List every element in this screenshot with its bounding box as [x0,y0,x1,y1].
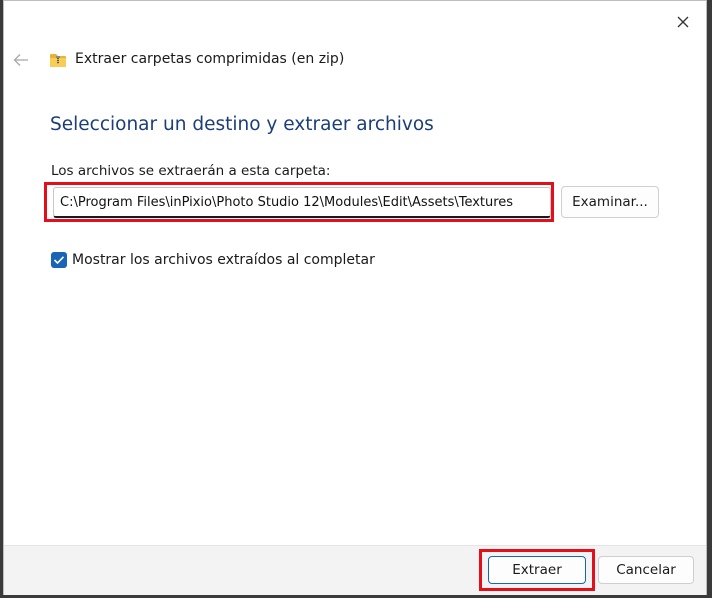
cancel-button[interactable]: Cancelar [598,556,694,584]
destination-path-input[interactable] [53,187,551,218]
close-button[interactable] [668,7,698,37]
show-files-option[interactable]: Mostrar los archivos extraídos al comple… [51,252,375,268]
extract-button[interactable]: Extraer [488,556,586,584]
browse-button[interactable]: Examinar... [561,186,659,218]
show-files-checkbox[interactable] [51,252,67,268]
page-heading: Seleccionar un destino y extraer archivo… [50,114,434,135]
checkmark-icon [53,256,65,265]
close-icon [677,16,689,28]
back-button[interactable] [8,47,34,73]
back-arrow-icon [13,54,28,66]
destination-label: Los archivos se extraerán a esta carpeta… [51,163,331,179]
show-files-label: Mostrar los archivos extraídos al comple… [72,252,375,268]
wizard-title: Extraer carpetas comprimidas (en zip) [75,51,345,67]
zip-folder-icon [50,54,66,67]
extract-wizard-window: Extraer carpetas comprimidas (en zip) Se… [3,0,707,595]
